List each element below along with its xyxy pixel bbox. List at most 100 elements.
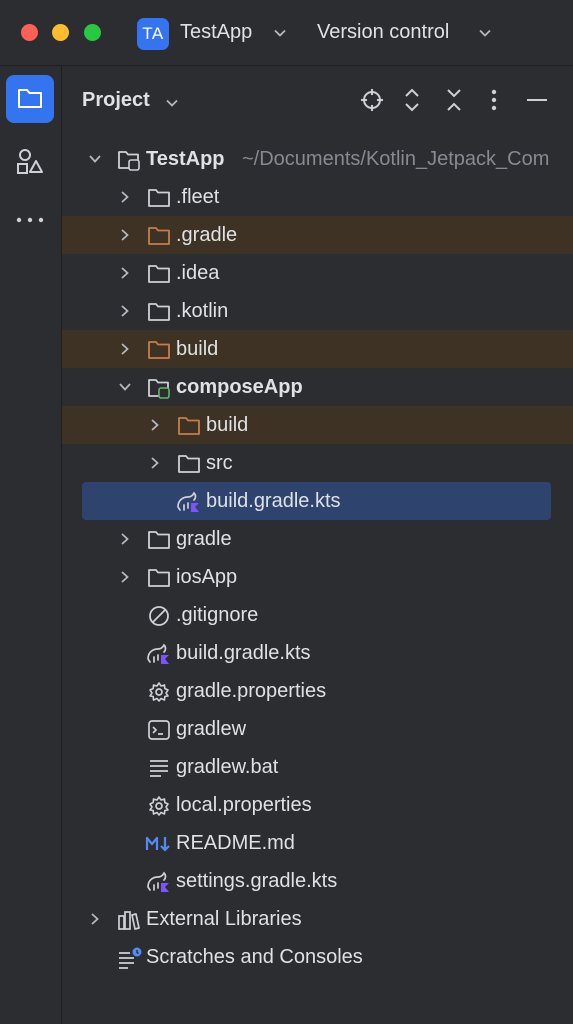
tree-row-gitignore[interactable]: .gitignore bbox=[62, 596, 573, 634]
tree-root-path: ~/Documents/Kotlin_Jetpack_Com bbox=[242, 148, 550, 170]
chevron-down-icon[interactable] bbox=[118, 380, 132, 394]
tree-item-label: .gitignore bbox=[176, 604, 259, 626]
chevron-right-icon[interactable] bbox=[118, 228, 132, 242]
tree-row-gradlew-bat[interactable]: gradlew.bat bbox=[62, 748, 573, 786]
locate-icon[interactable] bbox=[360, 88, 384, 112]
tree-item-label: .kotlin bbox=[176, 300, 229, 322]
tree-item-label: build.gradle.kts bbox=[176, 642, 311, 664]
chevron-right-icon[interactable] bbox=[88, 912, 102, 926]
expand-all-icon[interactable] bbox=[403, 88, 421, 112]
folder-icon bbox=[148, 189, 170, 207]
excluded-folder-icon bbox=[148, 341, 170, 359]
tree-row-readme[interactable]: README.md bbox=[62, 824, 573, 862]
tree-item-label: gradlew.bat bbox=[176, 756, 279, 778]
tree-item-label: src bbox=[206, 452, 233, 474]
close-window-button[interactable] bbox=[21, 24, 38, 41]
zoom-window-button[interactable] bbox=[84, 24, 101, 41]
tree-row-gradlew[interactable]: gradlew bbox=[62, 710, 573, 748]
scratches-icon bbox=[119, 947, 142, 969]
tree-row-composeapp-gradle-kts[interactable]: build.gradle.kts bbox=[82, 482, 551, 520]
tree-row-src[interactable]: src bbox=[62, 444, 573, 482]
module-folder-icon bbox=[118, 151, 140, 171]
tree-row-gradle[interactable]: gradle bbox=[62, 520, 573, 558]
gradle-kotlin-file-icon bbox=[147, 643, 169, 664]
project-name[interactable]: TestApp bbox=[180, 21, 252, 44]
chevron-down-icon[interactable] bbox=[272, 25, 288, 41]
tree-item-label: External Libraries bbox=[146, 908, 302, 930]
tree-row-root[interactable]: TestApp ~/Documents/Kotlin_Jetpack_Com bbox=[62, 140, 573, 178]
hide-icon[interactable] bbox=[526, 88, 548, 112]
folder-icon bbox=[148, 265, 170, 283]
excluded-folder-icon bbox=[178, 417, 200, 435]
more-tools-icon[interactable] bbox=[15, 216, 45, 224]
tree-row-build[interactable]: build bbox=[62, 330, 573, 368]
chevron-down-icon[interactable] bbox=[164, 95, 180, 111]
chevron-down-icon[interactable] bbox=[477, 25, 493, 41]
chevron-right-icon[interactable] bbox=[118, 304, 132, 318]
tree-item-label: iosApp bbox=[176, 566, 238, 588]
chevron-right-icon[interactable] bbox=[118, 532, 132, 546]
chevron-right-icon[interactable] bbox=[118, 190, 132, 204]
module-folder-icon bbox=[148, 379, 170, 399]
chevron-down-icon[interactable] bbox=[88, 152, 102, 166]
tree-row-gradle-properties[interactable]: gradle.properties bbox=[62, 672, 573, 710]
tree-item-label: gradle.properties bbox=[176, 680, 327, 702]
project-tool-button[interactable] bbox=[6, 75, 54, 123]
project-panel: Project TestApp ~/Documents/Kotlin_Jetpa… bbox=[62, 66, 573, 1024]
tree-row-local-properties[interactable]: local.properties bbox=[62, 786, 573, 824]
tree-item-label: README.md bbox=[176, 832, 295, 854]
chevron-right-icon[interactable] bbox=[148, 418, 162, 432]
tree-row-fleet[interactable]: .fleet bbox=[62, 178, 573, 216]
tree-row-composeapp[interactable]: composeApp bbox=[62, 368, 573, 406]
gradle-kotlin-file-icon bbox=[147, 871, 169, 892]
folder-icon bbox=[148, 303, 170, 321]
tree-item-label: build bbox=[206, 414, 249, 436]
tree-item-label: local.properties bbox=[176, 794, 312, 816]
text-file-icon bbox=[150, 760, 168, 777]
gradle-kotlin-file-icon bbox=[177, 491, 199, 512]
chevron-right-icon[interactable] bbox=[118, 342, 132, 356]
tree-item-label: gradlew bbox=[176, 718, 247, 740]
gear-icon bbox=[149, 682, 169, 702]
tree-row-build-gradle-kts[interactable]: build.gradle.kts bbox=[62, 634, 573, 672]
structure-icon[interactable] bbox=[16, 147, 44, 175]
folder-icon bbox=[18, 89, 42, 108]
chevron-right-icon[interactable] bbox=[118, 570, 132, 584]
collapse-all-icon[interactable] bbox=[445, 88, 463, 112]
tree-item-label: .gradle bbox=[176, 224, 238, 246]
folder-icon bbox=[148, 531, 170, 549]
folder-icon bbox=[148, 569, 170, 587]
libraries-icon bbox=[118, 911, 140, 930]
title-bar: TA TestApp Version control bbox=[0, 0, 573, 66]
tree-row-kotlin[interactable]: .kotlin bbox=[62, 292, 573, 330]
tree-item-label: .idea bbox=[176, 262, 220, 284]
project-badge[interactable]: TA bbox=[137, 18, 169, 50]
tree-row-scratches[interactable]: Scratches and Consoles bbox=[62, 938, 573, 976]
tree-row-external-libraries[interactable]: External Libraries bbox=[62, 900, 573, 938]
tree-item-label: composeApp bbox=[176, 376, 303, 398]
panel-title[interactable]: Project bbox=[82, 89, 150, 112]
tree-item-label: build bbox=[176, 338, 219, 360]
tree-item-label: Scratches and Consoles bbox=[146, 946, 363, 968]
ignore-file-icon bbox=[149, 606, 169, 626]
chevron-right-icon[interactable] bbox=[118, 266, 132, 280]
tree-item-label: build.gradle.kts bbox=[206, 490, 341, 512]
excluded-folder-icon bbox=[148, 227, 170, 245]
version-control-menu[interactable]: Version control bbox=[317, 21, 449, 44]
tree-row-settings-gradle-kts[interactable]: settings.gradle.kts bbox=[62, 862, 573, 900]
tree-row-composeapp-build[interactable]: build bbox=[62, 406, 573, 444]
terminal-file-icon bbox=[148, 720, 170, 740]
gear-icon bbox=[149, 796, 169, 816]
options-icon[interactable] bbox=[490, 88, 498, 112]
tree-row-gradle-dir[interactable]: .gradle bbox=[62, 216, 573, 254]
minimize-window-button[interactable] bbox=[52, 24, 69, 41]
tree-item-label: settings.gradle.kts bbox=[176, 870, 338, 892]
tool-window-strip bbox=[0, 66, 62, 1024]
tree-row-iosapp[interactable]: iosApp bbox=[62, 558, 573, 596]
markdown-file-icon bbox=[145, 836, 170, 852]
tree-row-idea[interactable]: .idea bbox=[62, 254, 573, 292]
chevron-right-icon[interactable] bbox=[148, 456, 162, 470]
folder-icon bbox=[178, 455, 200, 473]
tree-item-label: .fleet bbox=[176, 186, 220, 208]
tree-item-label: gradle bbox=[176, 528, 232, 550]
